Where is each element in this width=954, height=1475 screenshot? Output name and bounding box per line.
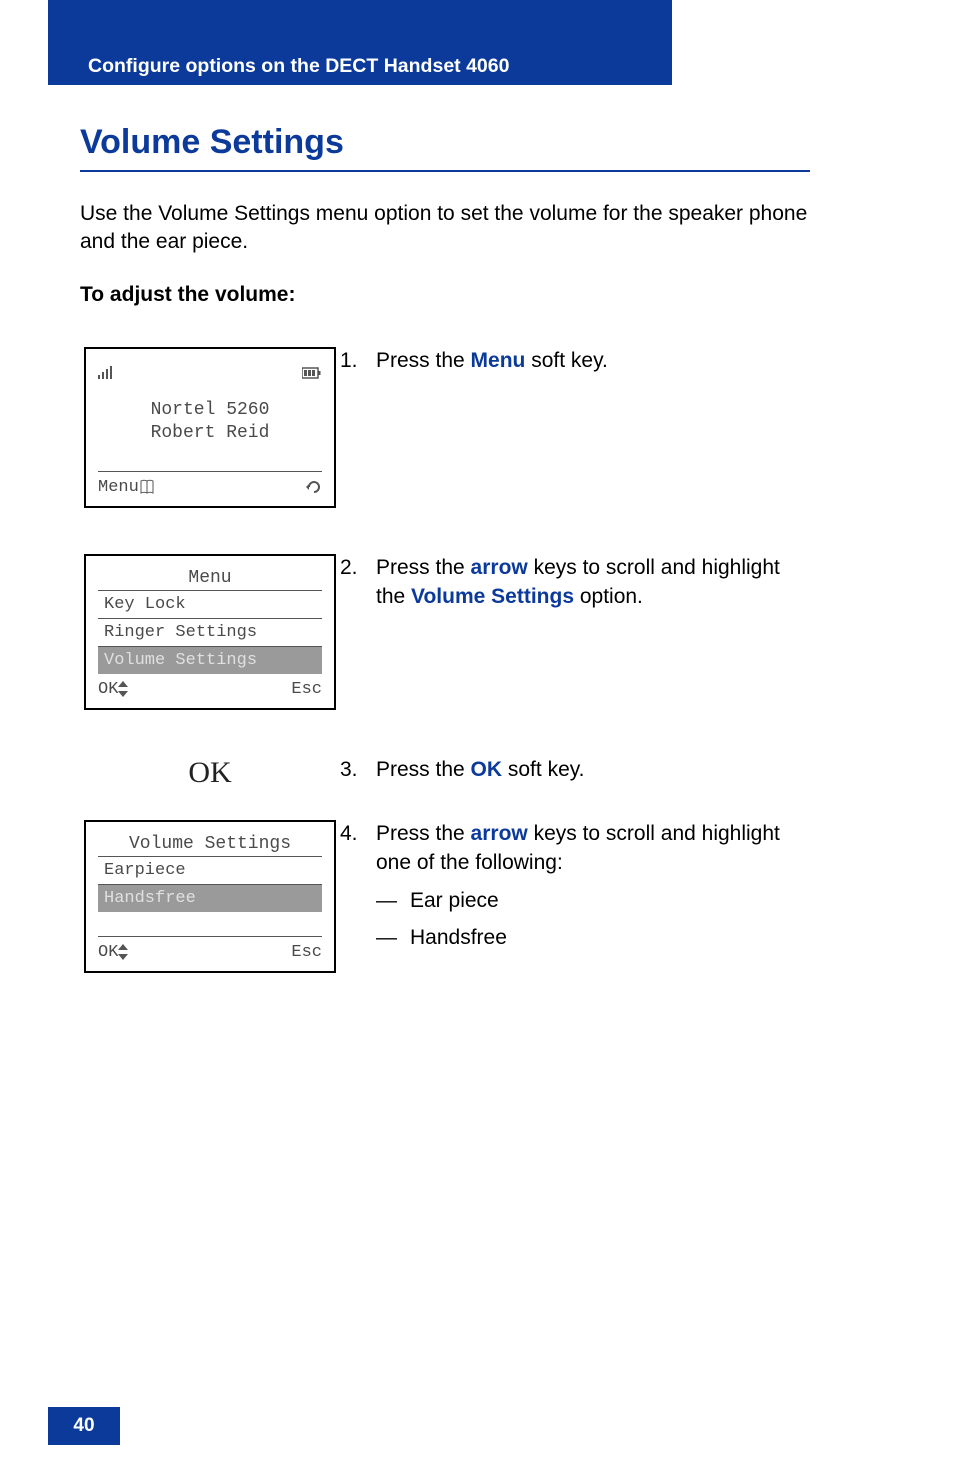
menu-item-ringer: Ringer Settings <box>98 618 322 646</box>
sub-heading: To adjust the volume: <box>80 283 810 307</box>
section-title: Volume Settings <box>80 123 810 162</box>
softkey-right-esc: Esc <box>291 943 322 962</box>
lcd-volume-list: Earpiece Handsfree <box>98 856 322 936</box>
book-icon <box>139 479 306 495</box>
step-4-pre: Press the <box>376 822 471 845</box>
lcd-divider <box>98 936 322 937</box>
steps-area: Nortel 5260 Robert Reid Menu <box>80 347 810 974</box>
page-number: 40 <box>48 1407 120 1445</box>
lcd-idle-line2: Robert Reid <box>98 422 322 445</box>
step-3-row: OK 3. Press the OK soft key. <box>80 756 810 790</box>
step-3-key: OK <box>471 758 503 781</box>
lcd-menu-screen: Menu Key Lock Ringer Settings Volume Set… <box>84 554 336 710</box>
step-4-row: Volume Settings Earpiece Handsfree OK Es… <box>80 820 810 973</box>
step-1-pre: Press the <box>376 349 471 372</box>
dash-item-earpiece: — Ear piece <box>376 887 810 915</box>
page-header: Configure options on the DECT Handset 40… <box>68 48 658 85</box>
page-header-title: Configure options on the DECT Handset 40… <box>88 55 509 78</box>
dash-symbol: — <box>376 924 410 952</box>
step-2-pre: Press the <box>376 556 471 579</box>
volume-item-handsfree-highlight: Handsfree <box>98 884 322 912</box>
softkey-left-ok: OK <box>98 943 118 962</box>
lcd-idle-line1: Nortel 5260 <box>98 399 322 422</box>
volume-item-spacer <box>98 912 322 936</box>
dash-label-earpiece: Ear piece <box>410 887 499 915</box>
step-1-key: Menu <box>471 349 526 372</box>
dash-label-handsfree: Handsfree <box>410 924 507 952</box>
lcd-status-row <box>98 359 322 379</box>
step-3-text: Press the OK soft key. <box>376 756 585 784</box>
softkey-left-ok: OK <box>98 680 118 699</box>
lcd-divider <box>98 471 322 472</box>
step-1-row: Nortel 5260 Robert Reid Menu <box>80 347 810 509</box>
step-4-dash-list: — Ear piece — Handsfree <box>376 887 810 952</box>
step-4-text: Press the arrow keys to scroll and highl… <box>376 820 810 959</box>
step-2-key2: Volume Settings <box>411 585 574 608</box>
lcd-idle-screen: Nortel 5260 Robert Reid Menu <box>84 347 336 509</box>
dash-symbol: — <box>376 887 410 915</box>
ok-label-figure: OK <box>188 756 231 790</box>
step-4-number: 4. <box>340 820 376 959</box>
volume-item-earpiece: Earpiece <box>98 856 322 884</box>
step-2-text: Press the arrow keys to scroll and highl… <box>376 554 810 611</box>
step-3-pre: Press the <box>376 758 471 781</box>
softkey-right-esc: Esc <box>291 680 322 699</box>
title-underline <box>80 170 810 172</box>
dash-item-handsfree: — Handsfree <box>376 924 810 952</box>
step-3-post: soft key. <box>502 758 584 781</box>
step-4-key: arrow <box>471 822 528 845</box>
step-2-number: 2. <box>340 554 376 611</box>
lcd-menu-title: Menu <box>98 568 322 588</box>
section-intro: Use the Volume Settings menu option to s… <box>80 200 810 257</box>
step-1-post: soft key. <box>525 349 607 372</box>
step-2-post: option. <box>574 585 643 608</box>
redial-icon <box>306 479 322 495</box>
step-2-row: Menu Key Lock Ringer Settings Volume Set… <box>80 554 810 710</box>
step-1-number: 1. <box>340 347 376 375</box>
updown-arrow-icon <box>118 944 291 960</box>
updown-arrow-icon <box>118 681 291 697</box>
lcd-idle-text: Nortel 5260 Robert Reid <box>98 399 322 446</box>
page-number-value: 40 <box>73 1415 94 1437</box>
battery-icon <box>302 367 322 379</box>
lcd-menu-softkey-row: OK Esc <box>98 678 322 700</box>
step-1-text: Press the Menu soft key. <box>376 347 608 375</box>
page-content: Volume Settings Use the Volume Settings … <box>80 105 810 1019</box>
lcd-volume-title: Volume Settings <box>98 834 322 854</box>
lcd-volume-screen: Volume Settings Earpiece Handsfree OK Es… <box>84 820 336 973</box>
softkey-left-menu: Menu <box>98 478 139 497</box>
menu-item-volume-highlight: Volume Settings <box>98 646 322 674</box>
step-3-number: 3. <box>340 756 376 784</box>
lcd-menu-list: Key Lock Ringer Settings Volume Settings <box>98 590 322 674</box>
lcd-volume-softkey-row: OK Esc <box>98 941 322 963</box>
signal-icon <box>98 365 114 379</box>
step-2-key1: arrow <box>471 556 528 579</box>
menu-item-keylock: Key Lock <box>98 590 322 618</box>
lcd-softkey-row: Menu <box>98 476 322 498</box>
